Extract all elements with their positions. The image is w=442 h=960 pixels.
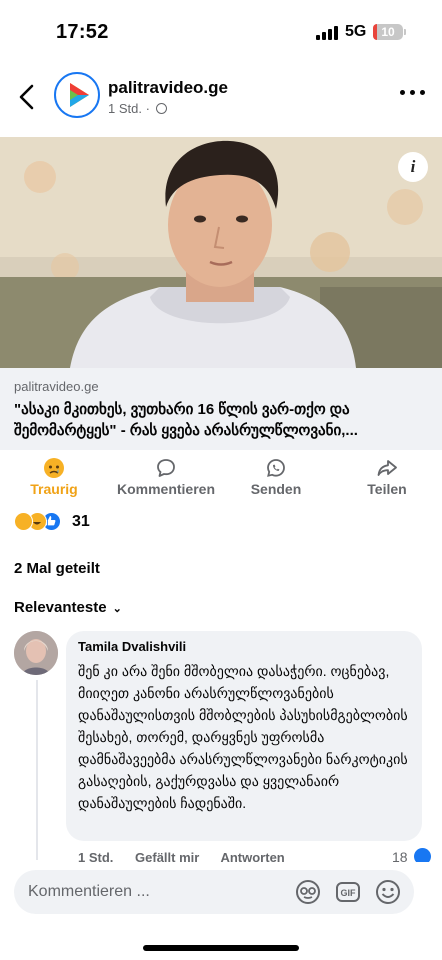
whatsapp-icon [267,459,285,477]
play-logo-icon [70,83,89,107]
link-title: "ასაკი მკითხეს, ვუთხარი 16 წლის ვარ-თქო … [14,401,358,439]
reaction-button[interactable]: Traurig [24,457,84,497]
commenter-avatar[interactable] [14,631,58,675]
comment-icon [157,459,175,477]
comment-button[interactable]: Kommentieren [112,457,220,497]
comment-sort-dropdown[interactable]: Relevanteste ⌄ [14,599,122,616]
sad-emoji-icon [44,458,64,478]
post-meta: 1 Std. · [108,101,167,116]
post-action-bar: Traurig Kommentieren Senden Teilen [0,452,442,500]
gif-icon[interactable]: GIF [334,878,362,906]
globe-icon [155,103,167,114]
avatar-sticker-icon[interactable] [294,878,322,906]
send-label: Senden [250,481,302,497]
sort-label: Relevanteste [14,599,107,616]
network-label: 5G [345,23,367,40]
back-button[interactable] [14,80,42,114]
comment-text: შენ კი არა შენი მშობელია დასაჭერი. ოცნებ… [78,663,408,811]
share-button[interactable]: Teilen [362,457,412,497]
battery-icon: 10 [373,24,403,40]
comment-label: Kommentieren [116,481,216,497]
status-bar: 17:52 5G 10 [0,0,442,62]
reaction-label: Traurig [30,481,78,497]
share-label: Teilen [367,481,407,497]
svg-text:GIF: GIF [341,888,357,898]
post-time: 1 Std. · [108,101,150,116]
post-video-thumbnail[interactable]: i [0,137,442,368]
video-thumbnail-image [0,137,442,368]
avatar-image [14,631,58,675]
comment-input-placeholder: Kommentieren ... [28,883,150,900]
link-preview[interactable]: palitravideo.ge "ასაკი მკითხეს, ვუთხარი … [0,368,442,450]
home-indicator[interactable] [143,945,299,951]
more-options-button[interactable] [400,90,426,98]
post-header: palitravideo.ge 1 Std. · [0,66,442,128]
signal-icon [316,26,340,40]
reaction-count: 31 [72,513,90,530]
link-domain: palitravideo.ge [14,379,99,394]
page-name[interactable]: palitravideo.ge [108,78,228,98]
comment-composer: Kommentieren ... GIF [0,862,442,960]
comment-input[interactable]: Kommentieren ... GIF [14,870,414,914]
comment-bubble[interactable]: Tamila Dvalishvili შენ კი არა შენი მშობე… [66,631,422,841]
chevron-down-icon: ⌄ [112,603,122,615]
comment-author[interactable]: Tamila Dvalishvili [78,639,410,654]
page-avatar[interactable] [54,72,100,118]
emoji-icon[interactable] [374,878,402,906]
share-count[interactable]: 2 Mal geteilt [14,560,100,577]
sad-reaction-icon [14,512,33,531]
battery-level: 10 [381,25,395,39]
thread-line [36,680,38,860]
send-whatsapp-button[interactable]: Senden [244,457,308,497]
share-icon [377,460,397,476]
info-icon[interactable]: i [398,152,428,182]
chevron-left-icon [19,84,34,110]
status-time: 17:52 [56,21,109,43]
